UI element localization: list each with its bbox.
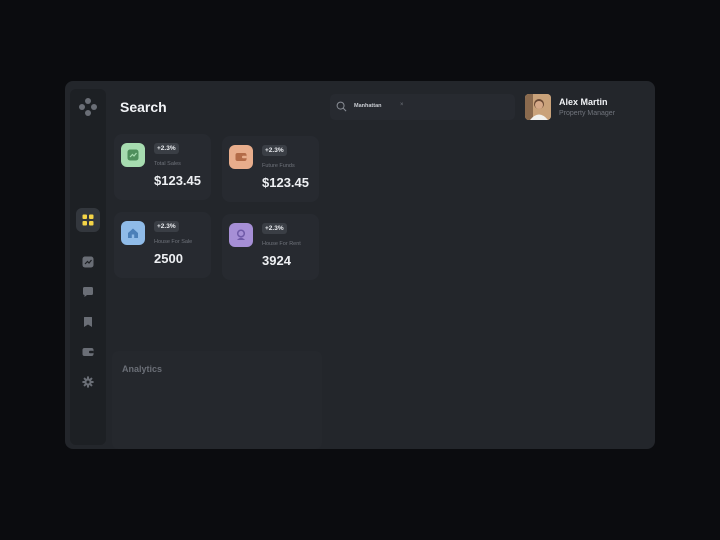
analytics-title: Analytics	[122, 364, 163, 374]
stat-card-icon-tile	[229, 145, 253, 169]
chart-icon	[127, 149, 139, 161]
search-icon	[336, 101, 347, 112]
stat-value: 3924	[262, 253, 291, 268]
sidebar	[70, 89, 106, 445]
stat-value: 2500	[154, 251, 183, 266]
chart-icon	[82, 256, 94, 268]
user-role: Property Manager	[559, 110, 616, 117]
app-window: Search +2.3% Total Sales $123.45 +2.3% F…	[65, 81, 655, 449]
user-name: Alex Martin	[559, 97, 608, 107]
analytics-panel: Analytics	[112, 351, 322, 449]
avatar[interactable]	[525, 94, 551, 120]
stat-value: $123.45	[154, 173, 201, 188]
growth-badge: +2.3%	[262, 145, 287, 156]
stat-card-total-sales[interactable]: +2.3% Total Sales $123.45	[114, 134, 211, 200]
growth-badge: +2.3%	[154, 143, 179, 154]
stat-label: Total Sales	[154, 161, 181, 167]
wallet-icon	[235, 153, 247, 161]
sidebar-item-saved[interactable]	[76, 310, 100, 334]
stat-label: House For Sale	[154, 239, 193, 245]
settings-icon	[82, 376, 94, 388]
stat-value: $123.45	[262, 175, 309, 190]
wallet-icon	[82, 348, 94, 356]
stat-card-icon-tile	[229, 223, 253, 247]
house-icon	[128, 228, 138, 238]
stat-card-future-funds[interactable]: +2.3% Future Funds $123.45	[222, 136, 319, 202]
page-title: Search	[120, 99, 167, 115]
dashboard-icon	[82, 214, 94, 226]
stat-card-house-for-sale[interactable]: +2.3% House For Sale 2500	[114, 212, 211, 278]
search-bar[interactable]: Manhattan ×	[330, 94, 515, 120]
stat-card-icon-tile	[121, 143, 145, 167]
sidebar-item-messages[interactable]	[76, 280, 100, 304]
search-query-chip[interactable]: Manhattan	[354, 103, 382, 109]
user-profile[interactable]: Alex Martin Property Manager	[525, 94, 650, 122]
sidebar-item-settings[interactable]	[76, 370, 100, 394]
sidebar-item-wallet[interactable]	[76, 340, 100, 364]
growth-badge: +2.3%	[262, 223, 287, 234]
key-icon	[236, 229, 246, 240]
logo-icon	[79, 98, 97, 116]
clear-search-icon[interactable]: ×	[400, 102, 404, 108]
sidebar-item-dashboard[interactable]	[76, 208, 100, 232]
stat-label: Future Funds	[262, 163, 295, 169]
growth-badge: +2.3%	[154, 221, 179, 232]
stat-label: House For Rent	[262, 241, 301, 247]
bookmark-icon	[84, 317, 92, 327]
avatar-photo	[525, 94, 551, 120]
stat-card-icon-tile	[121, 221, 145, 245]
message-icon	[83, 287, 93, 297]
sidebar-item-analytics[interactable]	[76, 250, 100, 274]
stat-card-house-for-rent[interactable]: +2.3% House For Rent 3924	[222, 214, 319, 280]
